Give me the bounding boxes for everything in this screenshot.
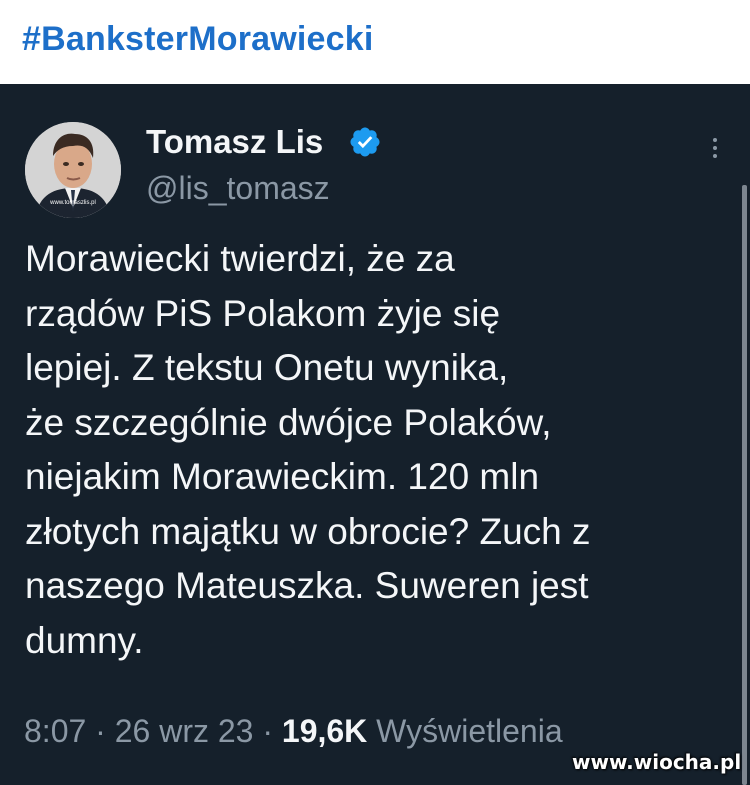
scrollbar[interactable] [742, 185, 747, 785]
avatar-watermark: www.tomaszlis.pl [49, 200, 96, 206]
tweet-date[interactable]: 26 wrz 23 [115, 713, 254, 749]
views-count: 19,6K [281, 713, 368, 749]
author-handle[interactable]: @lis_tomasz [146, 170, 330, 207]
views-label: Wyświetlenia [367, 713, 563, 749]
vertical-ellipsis-icon[interactable] [700, 133, 730, 163]
avatar[interactable]: www.tomaszlis.pl [25, 122, 121, 218]
meta-separator: · [253, 713, 282, 749]
site-watermark: www.wiocha.pl [572, 750, 742, 774]
verified-badge-icon [348, 125, 382, 159]
meta-separator: · [86, 713, 115, 749]
hashtag-header: #BanksterMorawiecki [0, 0, 750, 84]
tweet-time[interactable]: 8:07 [24, 713, 86, 749]
hashtag-link[interactable]: #BanksterMorawiecki [22, 20, 374, 59]
tweet-meta: 8:07 · 26 wrz 23 · 19,6K Wyświetlenia [24, 713, 563, 750]
tweet-text: Morawiecki twierdzi, że za rządów PiS Po… [25, 238, 591, 661]
author-name[interactable]: Tomasz Lis [146, 123, 323, 161]
